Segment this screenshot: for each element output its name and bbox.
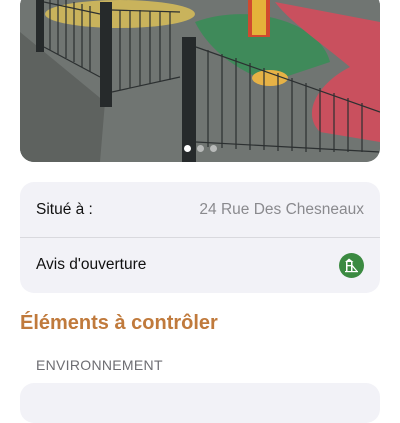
location-label: Situé à : [36, 200, 93, 218]
opening-notice-row[interactable]: Avis d'ouverture [20, 237, 380, 292]
playground-icon[interactable] [339, 252, 364, 278]
opening-notice-label: Avis d'ouverture [36, 256, 147, 273]
carousel-dot-3[interactable] [209, 145, 217, 152]
carousel-dot-1[interactable] [183, 145, 191, 152]
carousel-dot-2[interactable] [196, 145, 204, 152]
environment-card[interactable] [20, 383, 380, 423]
playground-image [20, 0, 380, 162]
info-card: Situé à : 24 Rue Des Chesneaux Avis d'ou… [20, 182, 380, 293]
playground-photo[interactable] [20, 0, 380, 162]
location-value: 24 Rue Des Chesneaux [199, 200, 364, 218]
location-row: Situé à : 24 Rue Des Chesneaux [20, 182, 380, 237]
section-subtitle: ENVIRONNEMENT [36, 357, 163, 373]
carousel-indicator[interactable] [20, 145, 380, 152]
section-title: Éléments à contrôler [20, 312, 218, 334]
